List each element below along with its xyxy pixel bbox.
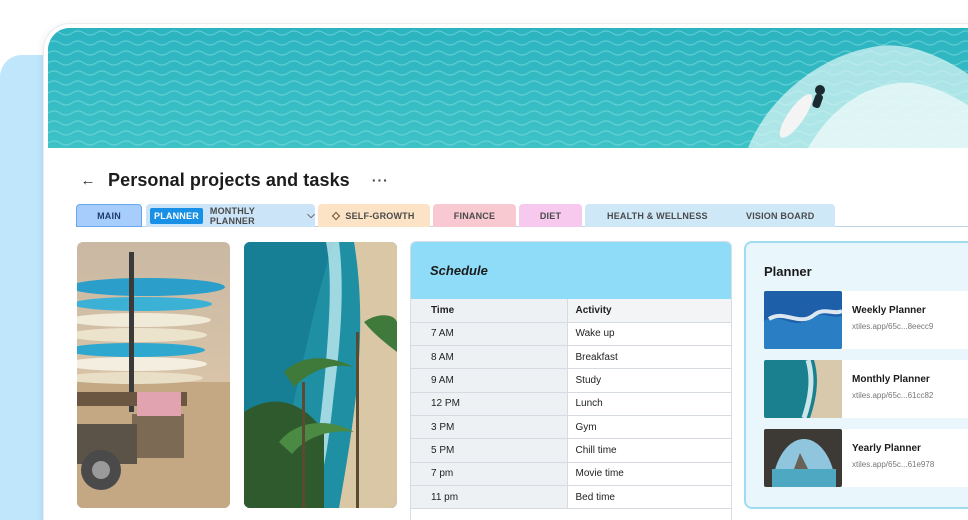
table-row: 5 PM Chill time — [411, 438, 731, 463]
diamond-icon — [332, 211, 341, 220]
cave-thumbnail — [764, 429, 842, 487]
shore-thumbnail — [764, 360, 842, 418]
planner-card-url: xtiles.app/65c...8eecc9 — [852, 322, 934, 331]
planner-subtab-label: MONTHLY PLANNER — [209, 205, 255, 226]
tab-main-label: MAIN — [97, 210, 121, 221]
planner-card-name: Weekly Planner — [852, 305, 926, 316]
cover-banner — [48, 28, 968, 148]
table-row: 11 pm Bed time — [411, 485, 731, 510]
table-header-row: Time Activity — [411, 299, 731, 323]
planner-badge: PLANNER — [150, 207, 203, 224]
tab-bar: MAIN PLANNER MONTHLY PLANNER ⌵ SELF-GROW… — [76, 204, 968, 228]
activity-cell[interactable]: Wake up — [567, 322, 731, 347]
tab-self-growth-label: SELF-GROWTH — [345, 210, 415, 221]
planner-card-yearly[interactable]: Yearly Planner xtiles.app/65c...61e978 — [764, 429, 968, 487]
surfboards-photo — [77, 242, 230, 508]
planner-card-weekly[interactable]: Weekly Planner xtiles.app/65c...8eecc9 — [764, 291, 968, 349]
tropical-beach-photo — [244, 242, 397, 508]
table-row: 7 pm Movie time — [411, 462, 731, 486]
column-header-time: Time — [411, 299, 568, 323]
time-cell[interactable]: 7 AM — [411, 322, 568, 347]
arrow-left-icon[interactable]: ← — [80, 172, 96, 189]
time-cell[interactable]: 11 pm — [411, 485, 568, 510]
tab-vision-board[interactable]: VISION BOARD — [746, 211, 814, 221]
tab-diet[interactable]: DIET — [519, 204, 582, 227]
schedule-table: Time Activity 7 AM Wake up 8 AM Breakfas… — [411, 299, 731, 510]
ellipsis-icon[interactable]: ··· — [372, 172, 389, 188]
planner-card-name: Yearly Planner — [852, 443, 921, 454]
activity-cell[interactable]: Breakfast — [567, 345, 731, 370]
planner-panel: Planner Weekly Planner xtiles.app/65c...… — [744, 241, 968, 509]
wave-thumbnail — [764, 291, 842, 349]
table-row: 8 AM Breakfast — [411, 345, 731, 370]
time-cell[interactable]: 5 PM — [411, 438, 568, 463]
table-row: 9 AM Study — [411, 368, 731, 393]
table-row: 12 PM Lunch — [411, 392, 731, 416]
activity-cell[interactable]: Study — [567, 368, 731, 393]
time-cell[interactable]: 7 pm — [411, 462, 568, 486]
chevron-down-icon[interactable]: ⌵ — [307, 210, 315, 221]
table-row: 3 PM Gym — [411, 415, 731, 440]
planner-card-url: xtiles.app/65c...61cc82 — [852, 391, 934, 400]
schedule-title: Schedule — [430, 263, 488, 278]
app-window: ← Personal projects and tasks ··· MAIN P… — [44, 24, 968, 520]
tab-self-growth[interactable]: SELF-GROWTH — [318, 204, 430, 227]
time-cell[interactable]: 9 AM — [411, 368, 568, 393]
planner-title: Planner — [764, 264, 812, 279]
page-header: ← Personal projects and tasks ··· — [80, 168, 389, 192]
activity-cell[interactable]: Gym — [567, 415, 731, 440]
tab-finance[interactable]: FINANCE — [433, 204, 516, 227]
tab-group-health-vision: HEALTH & WELLNESS VISION BOARD — [585, 204, 835, 227]
page-title: Personal projects and tasks — [108, 169, 350, 190]
tab-health-wellness[interactable]: HEALTH & WELLNESS — [607, 211, 708, 221]
column-header-activity: Activity — [567, 299, 731, 323]
activity-cell[interactable]: Chill time — [567, 438, 731, 463]
tab-main[interactable]: MAIN — [76, 204, 142, 227]
activity-cell[interactable]: Bed time — [567, 485, 731, 510]
time-cell[interactable]: 3 PM — [411, 415, 568, 440]
schedule-header: Schedule — [411, 242, 731, 299]
activity-cell[interactable]: Movie time — [567, 462, 731, 486]
schedule-card: Schedule Time Activity 7 AM Wake up 8 AM… — [410, 241, 732, 520]
planner-card-monthly[interactable]: Monthly Planner xtiles.app/65c...61cc82 — [764, 360, 968, 418]
planner-card-url: xtiles.app/65c...61e978 — [852, 460, 935, 469]
table-row: 7 AM Wake up — [411, 322, 731, 347]
time-cell[interactable]: 12 PM — [411, 392, 568, 416]
tab-planner[interactable]: PLANNER MONTHLY PLANNER ⌵ — [146, 204, 315, 227]
time-cell[interactable]: 8 AM — [411, 345, 568, 370]
planner-card-name: Monthly Planner — [852, 374, 930, 385]
activity-cell[interactable]: Lunch — [567, 392, 731, 416]
tab-diet-label: DIET — [539, 210, 562, 221]
tab-finance-label: FINANCE — [453, 210, 496, 221]
